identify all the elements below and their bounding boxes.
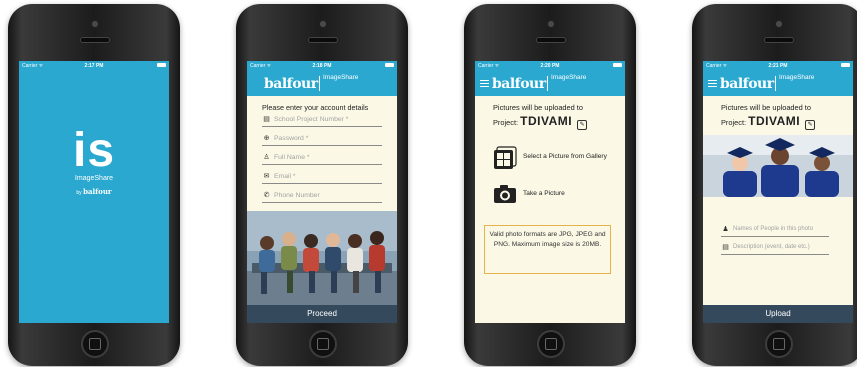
people-icon: ♟: [722, 226, 729, 233]
take-picture-button[interactable]: Take a Picture: [493, 183, 618, 205]
balfour-logo: balfour: [720, 76, 774, 92]
header-divider: [775, 76, 776, 91]
upload-destination-text: Pictures will be uploaded to: [493, 103, 583, 112]
phone-choose-picture: Carrier ᯤ 2:20 PM balfour ImageShare Pic…: [464, 4, 636, 366]
home-button[interactable]: [309, 330, 337, 358]
status-bar: Carrier ᯤ 2:20 PM: [475, 61, 625, 70]
splash-screen: Carrier ᯤ 2:17 PM is ImageShare by balfo…: [19, 61, 169, 323]
project-value: TDIVAMI: [748, 114, 801, 128]
imageshare-label: ImageShare: [323, 74, 359, 81]
students-photo: [247, 211, 397, 305]
phone-login: Carrier ᯤ 2:18 PM balfour ImageShare Ple…: [236, 4, 408, 366]
school-project-number-field[interactable]: ▤ School Project Number *: [262, 113, 382, 127]
status-bar: Carrier ᯤ 2:18 PM: [247, 61, 397, 70]
project-value: TDIVAMI: [520, 114, 573, 128]
balfour-logo: balfour: [492, 76, 546, 92]
field-placeholder: Password *: [274, 135, 309, 142]
login-screen: Carrier ᯤ 2:18 PM balfour ImageShare Ple…: [247, 61, 397, 323]
by-brand: balfour: [83, 187, 112, 196]
phone-icon: ✆: [263, 192, 270, 199]
status-time: 2:18 PM: [312, 63, 332, 69]
upload-form-screen: Carrier ᯤ 2:21 PM balfour ImageShare Pic…: [703, 61, 853, 323]
description-field[interactable]: ▤ Description (event, date etc.): [721, 241, 829, 255]
home-button[interactable]: [537, 330, 565, 358]
battery-icon: [613, 63, 622, 67]
camera-lens: [547, 20, 555, 28]
names-of-people-field[interactable]: ♟ Names of People in this photo: [721, 223, 829, 237]
proceed-button[interactable]: Proceed: [247, 305, 397, 323]
battery-icon: [385, 63, 394, 67]
header-divider: [547, 76, 548, 91]
camera-lens: [91, 20, 99, 28]
field-placeholder: Email *: [274, 173, 296, 180]
status-time: 2:20 PM: [540, 63, 560, 69]
document-icon: ▤: [263, 116, 270, 123]
imageshare-label: ImageShare: [551, 74, 587, 81]
status-bar: Carrier ᯤ 2:17 PM: [19, 61, 169, 70]
edit-icon[interactable]: ✎: [805, 120, 816, 130]
status-time: 2:17 PM: [84, 63, 104, 69]
gallery-icon: [494, 146, 517, 169]
splash-background: Carrier ᯤ 2:17 PM is ImageShare by balfo…: [19, 61, 169, 323]
person-icon: ♙: [263, 154, 270, 161]
home-button[interactable]: [765, 330, 793, 358]
full-name-field[interactable]: ♙ Full Name *: [262, 151, 382, 165]
email-field[interactable]: ✉ Email *: [262, 170, 382, 184]
phone-number-field[interactable]: ✆ Phone Number: [262, 189, 382, 203]
form-title: Please enter your account details: [262, 103, 369, 112]
selected-graduates-photo: [703, 135, 853, 197]
upload-destination-text: Pictures will be uploaded to: [721, 103, 811, 112]
phone-splash: Carrier ᯤ 2:17 PM is ImageShare by balfo…: [8, 4, 180, 366]
camera-lens: [319, 20, 327, 28]
edit-icon[interactable]: ✎: [577, 120, 588, 130]
project-label: Project:: [493, 118, 519, 127]
imageshare-logo: is: [72, 124, 116, 177]
take-picture-label: Take a Picture: [523, 190, 565, 197]
header-divider: [319, 76, 320, 91]
gallery-label: Select a Picture from Gallery: [523, 153, 607, 160]
field-placeholder: Phone Number: [274, 192, 320, 199]
status-time: 2:21 PM: [768, 63, 788, 69]
field-placeholder: Description (event, date etc.): [733, 244, 810, 250]
battery-icon: [841, 63, 850, 67]
camera-icon: [494, 185, 516, 203]
hamburger-menu-icon[interactable]: [708, 80, 717, 88]
select-from-gallery-button[interactable]: Select a Picture from Gallery: [493, 146, 618, 169]
speaker-grille: [536, 37, 566, 43]
mail-icon: ✉: [263, 173, 270, 180]
app-header: Carrier ᯤ 2:18 PM balfour ImageShare: [247, 61, 397, 96]
password-field[interactable]: ⊕ Password *: [262, 132, 382, 146]
home-button[interactable]: [81, 330, 109, 358]
document-icon: ▤: [722, 244, 729, 251]
app-name: ImageShare: [74, 175, 114, 182]
project-label: Project:: [721, 118, 747, 127]
format-info-box: Valid photo formats are JPG, JPEG and PN…: [484, 225, 611, 274]
choose-picture-screen: Carrier ᯤ 2:20 PM balfour ImageShare Pic…: [475, 61, 625, 323]
field-placeholder: School Project Number *: [274, 116, 349, 123]
balfour-logo: balfour: [264, 76, 318, 92]
project-line: Project: TDIVAMI ✎: [721, 114, 816, 130]
by-balfour: by balfour: [19, 187, 169, 196]
speaker-grille: [308, 37, 338, 43]
field-placeholder: Full Name *: [274, 154, 310, 161]
upload-button[interactable]: Upload: [703, 305, 853, 323]
camera-lens: [775, 20, 783, 28]
lock-icon: ⊕: [263, 135, 270, 142]
app-header: Carrier ᯤ 2:21 PM balfour ImageShare: [703, 61, 853, 96]
status-bar: Carrier ᯤ 2:21 PM: [703, 61, 853, 70]
app-header: Carrier ᯤ 2:20 PM balfour ImageShare: [475, 61, 625, 96]
imageshare-label: ImageShare: [779, 74, 815, 81]
by-label: by: [76, 190, 82, 196]
speaker-grille: [764, 37, 794, 43]
field-placeholder: Names of People in this photo: [733, 226, 814, 232]
phone-upload-form: Carrier ᯤ 2:21 PM balfour ImageShare Pic…: [692, 4, 857, 366]
project-line: Project: TDIVAMI ✎: [493, 114, 588, 130]
speaker-grille: [80, 37, 110, 43]
hamburger-menu-icon[interactable]: [480, 80, 489, 88]
battery-icon: [157, 63, 166, 67]
